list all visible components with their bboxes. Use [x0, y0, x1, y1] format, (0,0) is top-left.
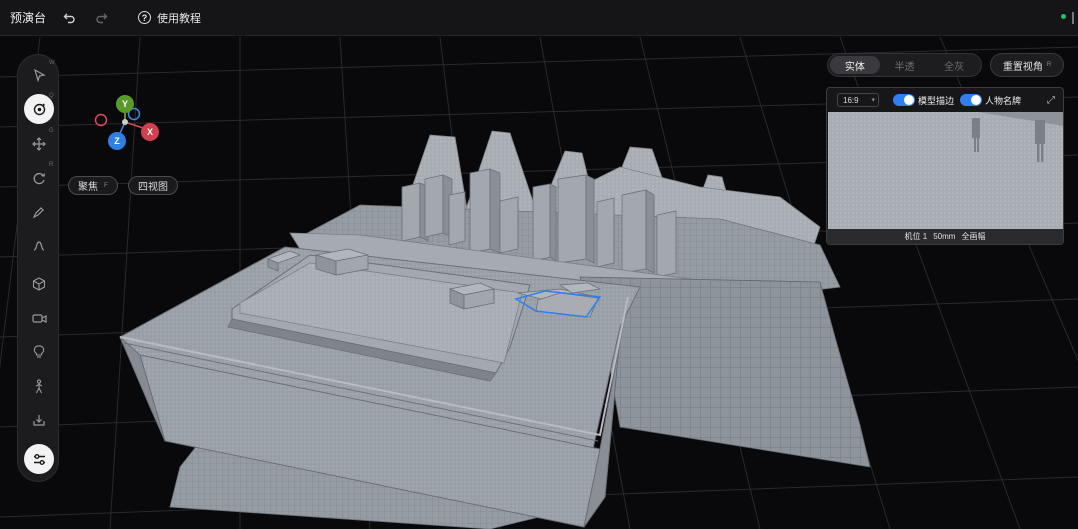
rotate-shortcut: R [49, 162, 54, 168]
render-mode-toggle: 实体 半透 全灰 [827, 53, 982, 77]
brush-icon [32, 207, 44, 219]
character-tool-button[interactable] [24, 371, 54, 401]
settings-tool-button[interactable] [24, 444, 54, 474]
app-title: 预演台 [10, 11, 47, 25]
mode-solid[interactable]: 实体 [830, 56, 880, 74]
aspect-ratio-select[interactable]: 16:9 ▾ [837, 93, 879, 107]
four-view-label: 四视图 [138, 182, 168, 193]
light-tool-button[interactable] [24, 337, 54, 367]
cursor-icon [33, 68, 46, 82]
tutorial-button[interactable]: ? 使用教程 [138, 10, 201, 26]
chevron-down-icon: ▾ [871, 97, 875, 104]
preview-toolbar: 16:9 ▾ 模型描边 人物名牌 ⤢ [827, 88, 1063, 112]
axis-x[interactable]: X [141, 123, 159, 141]
axis-z[interactable]: Z [108, 132, 126, 150]
preview-caption: 机位 1 50mm 全画幅 [827, 229, 1063, 244]
paint-tool-button[interactable] [24, 197, 54, 227]
model-edge-label: 模型描边 [918, 95, 955, 106]
mode-translucent[interactable]: 半透 [880, 56, 930, 74]
redo-icon[interactable] [92, 9, 110, 27]
undo-icon[interactable] [60, 9, 78, 27]
reset-view-button[interactable]: 重置视角 R [990, 53, 1064, 77]
person-icon [35, 378, 43, 393]
aspect-ratio-value: 16:9 [843, 95, 859, 105]
help-icon: ? [138, 11, 152, 24]
sliders-icon [33, 453, 45, 465]
expand-icon[interactable]: ⤢ [1047, 95, 1055, 106]
select-shortcut: W [49, 60, 55, 66]
status-indicator [1061, 14, 1066, 19]
lens-focal: 50mm [933, 232, 956, 241]
left-toolbar: W Q G R [17, 54, 59, 482]
path-icon [33, 241, 45, 251]
import-icon [33, 415, 45, 426]
cube-icon [32, 277, 46, 291]
move-shortcut: G [49, 128, 54, 134]
model-edge-toggle[interactable] [893, 94, 915, 106]
move-icon [32, 137, 46, 151]
camera-preview-panel: 16:9 ▾ 模型描边 人物名牌 ⤢ 机位 1 50mm 全画幅 [826, 87, 1064, 245]
bulb-icon [33, 345, 45, 358]
reset-view-label: 重置视角 [1002, 61, 1043, 73]
four-view-button[interactable]: 四视图 [128, 176, 178, 195]
preview-image [828, 112, 1063, 230]
axis-gizmo[interactable]: Y X Z [88, 93, 168, 153]
orbit-shortcut: Q [49, 93, 54, 99]
rotate-icon [33, 172, 46, 185]
focus-shortcut: F [104, 182, 108, 189]
character-name-toggle[interactable] [960, 94, 983, 106]
character-name-label: 人物名牌 [985, 95, 1022, 106]
focus-button[interactable]: 聚焦 F [68, 176, 118, 195]
reset-view-shortcut: R [1046, 62, 1052, 68]
mode-gray[interactable]: 全灰 [929, 56, 979, 74]
orbit-icon [33, 103, 45, 115]
path-tool-button[interactable] [24, 231, 54, 261]
import-tool-button[interactable] [24, 405, 54, 435]
camera-tool-button[interactable] [24, 303, 54, 333]
camera-position: 机位 1 [904, 232, 928, 241]
tutorial-label: 使用教程 [157, 12, 202, 25]
panel-toggle-icon[interactable] [1072, 12, 1078, 24]
camera-icon [31, 313, 47, 323]
top-bar: 预演台 ? 使用教程 [0, 0, 1078, 36]
shot-size: 全画幅 [961, 232, 986, 241]
axis-y[interactable]: Y [116, 95, 134, 113]
model-tool-button[interactable] [24, 269, 54, 299]
focus-label: 聚焦 [78, 182, 98, 193]
